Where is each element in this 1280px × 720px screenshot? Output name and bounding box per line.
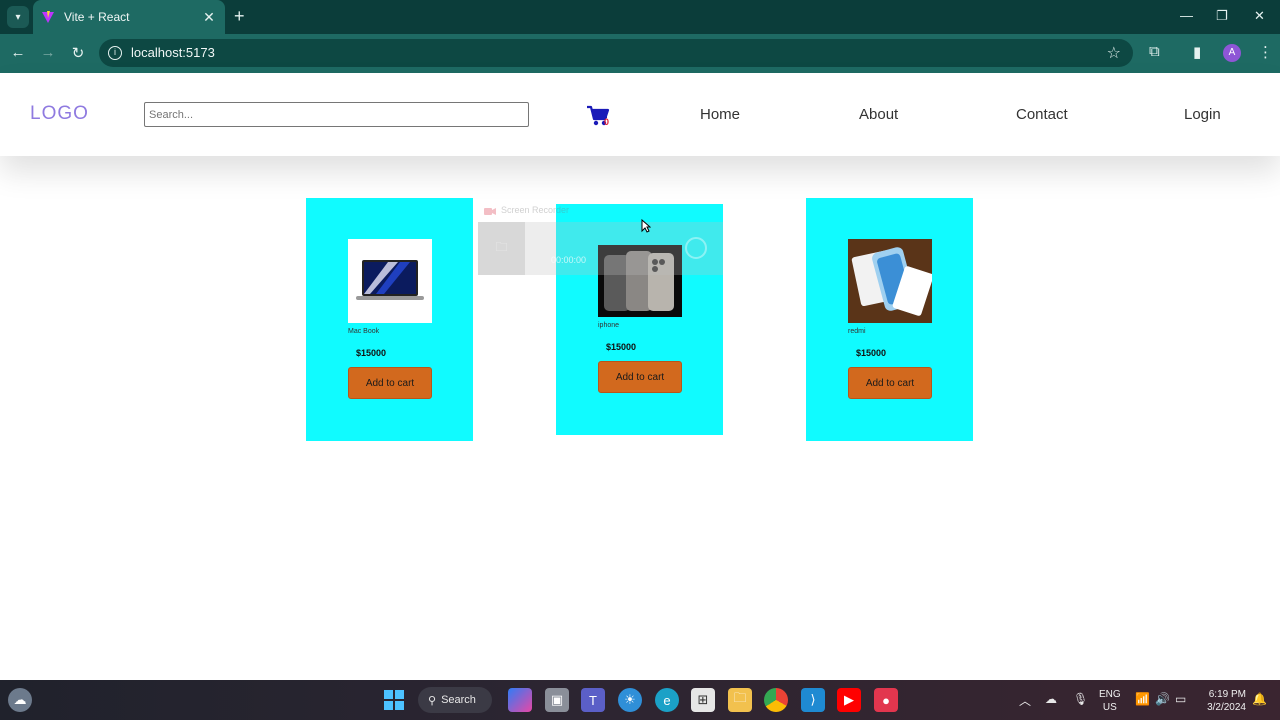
site-info-icon[interactable]: i xyxy=(108,46,122,60)
cart-count-badge: 0 xyxy=(604,117,610,127)
chrome-icon[interactable] xyxy=(764,688,788,712)
product-card: redmi $15000 Add to cart xyxy=(806,198,973,441)
edge-icon[interactable]: e xyxy=(655,688,679,712)
screen-recorder-app-icon[interactable]: ● xyxy=(874,688,898,712)
recorder-title-bar[interactable]: Screen Recorder xyxy=(478,202,723,222)
volume-icon[interactable]: 🔊 xyxy=(1155,692,1170,706)
add-to-cart-button[interactable]: Add to cart xyxy=(848,367,932,399)
clock-time: 6:19 PM xyxy=(1208,689,1246,700)
product-price: $15000 xyxy=(606,342,637,352)
site-logo[interactable]: LOGO xyxy=(30,103,89,125)
address-bar[interactable]: i localhost:5173 ☆ xyxy=(99,39,1133,67)
record-button[interactable] xyxy=(685,237,707,259)
tab-close-icon[interactable]: ✕ xyxy=(201,9,217,26)
nav-link-about[interactable]: About xyxy=(859,106,898,123)
show-hidden-icons-chevron-icon[interactable]: ︿ xyxy=(1019,692,1031,709)
product-card: Mac Book $15000 Add to cart xyxy=(306,198,473,441)
recorder-folder-icon[interactable]: 🗀 xyxy=(478,222,525,275)
weather-app-icon[interactable]: ☀ xyxy=(618,688,642,712)
minimize-window-button[interactable]: — xyxy=(1180,8,1193,23)
bookmark-star-icon[interactable]: ☆ xyxy=(1107,43,1121,63)
nav-link-home[interactable]: Home xyxy=(700,106,740,123)
recorder-camera-icon xyxy=(484,208,496,215)
wifi-icon[interactable]: 📶 xyxy=(1135,692,1150,706)
restore-window-button[interactable]: ❐ xyxy=(1216,8,1228,24)
reload-button[interactable]: ↻ xyxy=(68,44,88,62)
back-button[interactable]: ← xyxy=(8,44,28,61)
side-panel-icon[interactable]: ▮ xyxy=(1193,43,1201,61)
add-to-cart-button[interactable]: Add to cart xyxy=(598,361,682,393)
extensions-icon[interactable]: ⧉ xyxy=(1149,43,1160,60)
product-name: redmi xyxy=(848,328,866,335)
browser-tab-active[interactable]: Vite + React ✕ xyxy=(33,0,225,34)
copilot-icon[interactable] xyxy=(508,688,532,712)
close-window-button[interactable]: ✕ xyxy=(1254,8,1265,24)
clock[interactable]: 6:19 PM 3/2/2024 xyxy=(1200,688,1246,714)
url-text[interactable]: localhost:5173 xyxy=(131,45,215,60)
product-image-laptop xyxy=(348,239,432,323)
product-name: iphone xyxy=(598,322,620,329)
add-to-cart-button[interactable]: Add to cart xyxy=(348,367,432,399)
screen-recorder-widget[interactable]: Screen Recorder 🗀 00:00:00 xyxy=(478,202,723,275)
site-navbar: LOGO 0 Home About Contact Login xyxy=(0,73,1280,156)
tab-title: Vite + React xyxy=(64,10,130,24)
language-indicator[interactable]: ENG US xyxy=(1099,688,1121,714)
browser-menu-icon[interactable]: ⋮ xyxy=(1258,43,1273,61)
vscode-icon[interactable]: ⟩ xyxy=(801,688,825,712)
weather-widget-icon[interactable]: ☁ xyxy=(8,688,32,712)
forward-button[interactable]: → xyxy=(38,44,58,61)
profile-avatar[interactable]: A xyxy=(1223,44,1241,62)
windows-taskbar: ☁ ⚲ Search ▣ T ☀ e ⊞ 🗀 ⟩ ▶ ● ︿ ☁ 🎙 ENG U… xyxy=(0,680,1280,720)
mouse-cursor-icon xyxy=(641,219,651,233)
clock-date: 3/2/2024 xyxy=(1207,702,1246,713)
browser-tab-bar: ▾ Vite + React ✕ + — ❐ ✕ xyxy=(0,0,1280,34)
taskbar-search-label: Search xyxy=(441,694,476,706)
windows-start-icon[interactable] xyxy=(382,688,406,712)
search-input[interactable] xyxy=(144,102,529,127)
product-image-phone-box xyxy=(848,239,932,323)
task-view-icon[interactable]: ▣ xyxy=(545,688,569,712)
shopping-cart-icon[interactable] xyxy=(586,104,614,128)
search-icon: ⚲ xyxy=(428,694,437,707)
product-name: Mac Book xyxy=(348,328,380,335)
product-price: $15000 xyxy=(856,348,887,358)
store-icon[interactable]: ⊞ xyxy=(691,688,715,712)
language-label: ENG xyxy=(1099,689,1121,700)
recorder-title: Screen Recorder xyxy=(501,205,570,215)
file-explorer-icon[interactable]: 🗀 xyxy=(728,688,752,712)
browser-toolbar: ← → ↻ i localhost:5173 ☆ ⧉ ▮ A ⋮ xyxy=(0,34,1280,73)
battery-icon[interactable]: ▭ xyxy=(1175,692,1186,706)
recorder-timer: 00:00:00 xyxy=(551,255,587,265)
product-price: $15000 xyxy=(356,348,387,358)
taskbar-search-button[interactable]: ⚲ Search xyxy=(418,687,492,713)
nav-link-login[interactable]: Login xyxy=(1184,106,1221,123)
teams-icon[interactable]: T xyxy=(581,688,605,712)
onedrive-icon[interactable]: ☁ xyxy=(1045,692,1057,706)
nav-link-contact[interactable]: Contact xyxy=(1016,106,1068,123)
new-tab-button[interactable]: + xyxy=(234,7,245,25)
notification-bell-icon[interactable]: 🔔 xyxy=(1252,692,1267,706)
vite-favicon-icon xyxy=(42,11,54,23)
microphone-icon[interactable]: 🎙 xyxy=(1073,692,1088,706)
region-label: US xyxy=(1102,702,1117,713)
youtube-icon[interactable]: ▶ xyxy=(837,688,861,712)
recorder-controls: 🗀 00:00:00 xyxy=(478,222,723,275)
tab-search-dropdown-button[interactable]: ▾ xyxy=(7,6,29,28)
